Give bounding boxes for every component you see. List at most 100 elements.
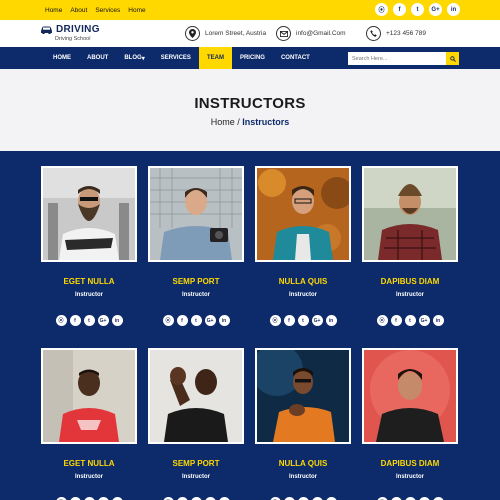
instructor-name: NULLA QUIS <box>278 459 328 468</box>
instructor-role: Instructor <box>181 292 210 298</box>
facebook-icon[interactable]: f <box>283 315 295 326</box>
instructor-photo <box>41 348 137 444</box>
phone-icon <box>366 26 381 41</box>
instructor-card: SEMP PORT Instructor ⦿ f t G+ in <box>148 348 244 500</box>
instructor-card: NULLA QUIS Instructor ⦿ f t G+ in <box>255 166 351 326</box>
top-nav: Home About Services Home <box>45 0 146 20</box>
nav-item-blog[interactable]: BLOG ▾ <box>116 47 152 69</box>
logo-title: DRIVING <box>56 24 100 35</box>
breadcrumb: Home / Instructors <box>0 117 500 127</box>
top-link-about[interactable]: About <box>70 7 87 14</box>
linkedin-icon[interactable]: in <box>218 315 230 326</box>
twitter-icon[interactable]: t <box>404 315 416 326</box>
instructor-name: DAPIBUS DIAM <box>380 277 440 286</box>
nav-item-home[interactable]: HOME <box>45 47 79 69</box>
instructor-photo <box>362 166 458 262</box>
twitter-icon[interactable]: t <box>83 315 95 326</box>
nav-item-team[interactable]: TEAM <box>198 47 232 69</box>
instructor-photo <box>255 348 351 444</box>
contact-email: info@Gmail.Com <box>276 26 346 41</box>
main-menu: HOME ABOUT BLOG ▾ SERVICES TEAM PRICING C… <box>45 47 318 69</box>
main-nav: HOME ABOUT BLOG ▾ SERVICES TEAM PRICING C… <box>0 47 500 69</box>
nav-item-contact[interactable]: CONTACT <box>273 47 318 69</box>
instructor-role: Instructor <box>288 474 317 480</box>
nav-item-about[interactable]: ABOUT <box>79 47 116 69</box>
linkedin-icon[interactable]: in <box>432 315 444 326</box>
search-icon <box>449 55 456 62</box>
linkedin-icon[interactable]: in <box>111 315 123 326</box>
page-title: INSTRUCTORS <box>194 95 306 112</box>
instructor-name: EGET NULLA <box>63 277 115 286</box>
contact-address: Lorem Street, Austria <box>185 26 266 41</box>
instructor-card: EGET NULLA Instructor ⦿ f t G+ in <box>41 348 137 500</box>
instructor-photo <box>41 166 137 262</box>
instructor-card: DAPIBUS DIAM Instructor ⦿ f t G+ in <box>362 348 458 500</box>
site-header: DRIVING Driving School Lorem Street, Aus… <box>0 20 500 47</box>
instructor-photo <box>362 348 458 444</box>
top-social-links: ⦿ f t G+ in <box>375 3 460 16</box>
search-form <box>348 52 459 65</box>
rss-icon[interactable]: ⦿ <box>375 3 388 16</box>
instructor-social-links: ⦿ f t G+ in <box>41 315 137 326</box>
google-plus-icon[interactable]: G+ <box>97 315 109 326</box>
facebook-icon[interactable]: f <box>176 315 188 326</box>
nav-item-blog-label: BLOG <box>124 55 142 61</box>
google-plus-icon[interactable]: G+ <box>429 3 442 16</box>
facebook-icon[interactable]: f <box>390 315 402 326</box>
contact-phone: +123 456 789 <box>366 26 426 41</box>
instructor-role: Instructor <box>74 474 103 480</box>
site-logo[interactable]: DRIVING Driving School <box>40 24 100 42</box>
instructor-social-links: ⦿ f t G+ in <box>362 315 458 326</box>
instructor-name: SEMP PORT <box>172 277 220 286</box>
instructors-section: EGET NULLA Instructor ⦿ f t G+ in SEMP P… <box>0 151 500 500</box>
google-plus-icon[interactable]: G+ <box>204 315 216 326</box>
instructor-name: NULLA QUIS <box>278 277 328 286</box>
envelope-icon <box>276 26 291 41</box>
instructor-photo <box>255 166 351 262</box>
car-icon <box>41 26 52 34</box>
twitter-icon[interactable]: t <box>297 315 309 326</box>
logo-subtitle: Driving School <box>55 36 91 42</box>
instructor-card: NULLA QUIS Instructor ⦿ f t G+ in <box>255 348 351 500</box>
search-button[interactable] <box>446 52 459 65</box>
breadcrumb-home[interactable]: Home <box>211 117 235 127</box>
instructor-role: Instructor <box>395 292 424 298</box>
instructor-card: EGET NULLA Instructor ⦿ f t G+ in <box>41 166 137 326</box>
instructor-social-links: ⦿ f t G+ in <box>255 315 351 326</box>
instructor-card: DAPIBUS DIAM Instructor ⦿ f t G+ in <box>362 166 458 326</box>
facebook-icon[interactable]: f <box>69 315 81 326</box>
nav-item-services[interactable]: SERVICES <box>153 47 199 69</box>
top-bar: Home About Services Home ⦿ f t G+ in <box>0 0 500 20</box>
linkedin-icon[interactable]: in <box>325 315 337 326</box>
instructor-photo <box>148 348 244 444</box>
google-plus-icon[interactable]: G+ <box>311 315 323 326</box>
facebook-icon[interactable]: f <box>393 3 406 16</box>
instructor-social-links: ⦿ f t G+ in <box>148 315 244 326</box>
google-plus-icon[interactable]: G+ <box>418 315 430 326</box>
top-link-home[interactable]: Home <box>45 7 62 14</box>
instructor-role: Instructor <box>181 474 210 480</box>
rss-icon[interactable]: ⦿ <box>162 315 174 326</box>
map-marker-icon <box>185 26 200 41</box>
breadcrumb-current: Instructors <box>242 117 290 127</box>
address-text: Lorem Street, Austria <box>205 30 267 37</box>
twitter-icon[interactable]: t <box>411 3 424 16</box>
nav-item-pricing[interactable]: PRICING <box>232 47 273 69</box>
email-text[interactable]: info@Gmail.Com <box>296 30 346 37</box>
search-input[interactable] <box>348 52 446 65</box>
top-link-home-2[interactable]: Home <box>128 7 145 14</box>
instructor-role: Instructor <box>288 292 317 298</box>
phone-text[interactable]: +123 456 789 <box>386 30 426 37</box>
rss-icon[interactable]: ⦿ <box>55 315 67 326</box>
instructor-card: SEMP PORT Instructor ⦿ f t G+ in <box>148 166 244 326</box>
page-banner: INSTRUCTORS Home / Instructors <box>0 69 500 151</box>
instructor-role: Instructor <box>395 474 424 480</box>
rss-icon[interactable]: ⦿ <box>376 315 388 326</box>
twitter-icon[interactable]: t <box>190 315 202 326</box>
breadcrumb-separator: / <box>237 117 240 127</box>
rss-icon[interactable]: ⦿ <box>269 315 281 326</box>
top-link-services[interactable]: Services <box>95 7 120 14</box>
linkedin-icon[interactable]: in <box>447 3 460 16</box>
instructor-photo <box>148 166 244 262</box>
instructor-name: DAPIBUS DIAM <box>380 459 440 468</box>
